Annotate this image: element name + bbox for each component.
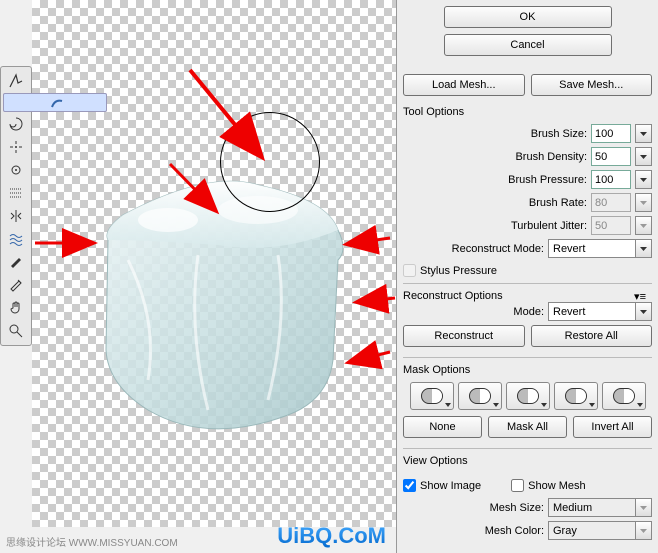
stylus-pressure-label: Stylus Pressure <box>420 265 497 277</box>
mesh-color-value: Gray <box>553 525 577 537</box>
turbulent-jitter-label: Turbulent Jitter: <box>511 220 587 232</box>
reconstruct-mode2-select[interactable]: Revert <box>548 302 652 321</box>
brush-size-input[interactable]: 100 <box>591 124 631 143</box>
mask-invert-all-button[interactable]: Invert All <box>573 416 652 438</box>
mirror-tool[interactable] <box>3 205 29 227</box>
forward-warp-tool[interactable] <box>3 70 29 92</box>
show-image-checkbox[interactable] <box>403 479 416 492</box>
freeze-mask-tool[interactable] <box>3 251 29 273</box>
restore-all-button[interactable]: Restore All <box>531 325 653 347</box>
ice-cube-image <box>78 160 368 440</box>
mask-add-button[interactable] <box>458 382 502 410</box>
cancel-button[interactable]: Cancel <box>444 34 612 56</box>
reconstruct-mode2-label: Mode: <box>513 306 544 318</box>
turbulent-jitter-input: 50 <box>591 216 631 235</box>
brush-rate-label: Brush Rate: <box>529 197 587 209</box>
push-left-tool[interactable] <box>3 182 29 204</box>
stylus-pressure-checkbox <box>403 264 416 277</box>
show-mesh-checkbox[interactable] <box>511 479 524 492</box>
brush-cursor <box>220 112 320 212</box>
pucker-tool[interactable] <box>3 136 29 158</box>
thaw-mask-tool[interactable] <box>3 274 29 296</box>
mask-replace-button[interactable] <box>410 382 454 410</box>
liquify-panel: OK Cancel Load Mesh... Save Mesh... Tool… <box>396 0 658 553</box>
reconstruct-mode2-value: Revert <box>553 306 585 318</box>
brush-density-input[interactable]: 50 <box>591 147 631 166</box>
mask-all-button[interactable]: Mask All <box>488 416 567 438</box>
reconstruct-options-title: Reconstruct Options <box>403 290 503 302</box>
show-image-label: Show Image <box>420 480 481 492</box>
save-mesh-button[interactable]: Save Mesh... <box>531 74 653 96</box>
reconstruct-mode-label: Reconstruct Mode: <box>452 243 544 255</box>
brush-density-dropdown[interactable] <box>635 147 652 166</box>
brush-density-label: Brush Density: <box>515 151 587 163</box>
twirl-tool[interactable] <box>3 113 29 135</box>
brush-size-dropdown[interactable] <box>635 124 652 143</box>
liquify-toolbar <box>0 66 32 346</box>
mask-subtract-button[interactable] <box>506 382 550 410</box>
brush-pressure-dropdown[interactable] <box>635 170 652 189</box>
brush-pressure-input[interactable]: 100 <box>591 170 631 189</box>
mesh-size-value: Medium <box>553 502 592 514</box>
brush-size-label: Brush Size: <box>531 128 587 140</box>
brush-rate-input: 80 <box>591 193 631 212</box>
mask-options-title: Mask Options <box>403 364 652 376</box>
bloat-tool[interactable] <box>3 159 29 181</box>
turbulent-jitter-dropdown <box>635 216 652 235</box>
reconstruct-tool[interactable] <box>3 93 107 112</box>
mesh-size-label: Mesh Size: <box>490 502 544 514</box>
zoom-tool[interactable] <box>3 320 29 342</box>
brush-pressure-label: Brush Pressure: <box>508 174 587 186</box>
tool-options-title: Tool Options <box>403 106 652 118</box>
reconstruct-mode-value: Revert <box>553 243 585 255</box>
view-options-title: View Options <box>403 455 652 467</box>
mask-none-button[interactable]: None <box>403 416 482 438</box>
load-mesh-button[interactable]: Load Mesh... <box>403 74 525 96</box>
mask-intersect-button[interactable] <box>554 382 598 410</box>
watermark-left: 思缘设计论坛 WWW.MISSYUAN.COM <box>6 534 178 549</box>
turbulence-tool[interactable] <box>3 228 29 250</box>
hand-tool[interactable] <box>3 297 29 319</box>
ok-button[interactable]: OK <box>444 6 612 28</box>
mesh-color-label: Mesh Color: <box>485 525 544 537</box>
reconstruct-button[interactable]: Reconstruct <box>403 325 525 347</box>
mesh-color-select: Gray <box>548 521 652 540</box>
mask-invert-button[interactable] <box>602 382 646 410</box>
watermark-right: UiBQ.CoM <box>277 523 386 549</box>
brush-rate-dropdown <box>635 193 652 212</box>
show-mesh-label: Show Mesh <box>528 480 585 492</box>
mesh-size-select: Medium <box>548 498 652 517</box>
reconstruct-mode-select[interactable]: Revert <box>548 239 652 258</box>
